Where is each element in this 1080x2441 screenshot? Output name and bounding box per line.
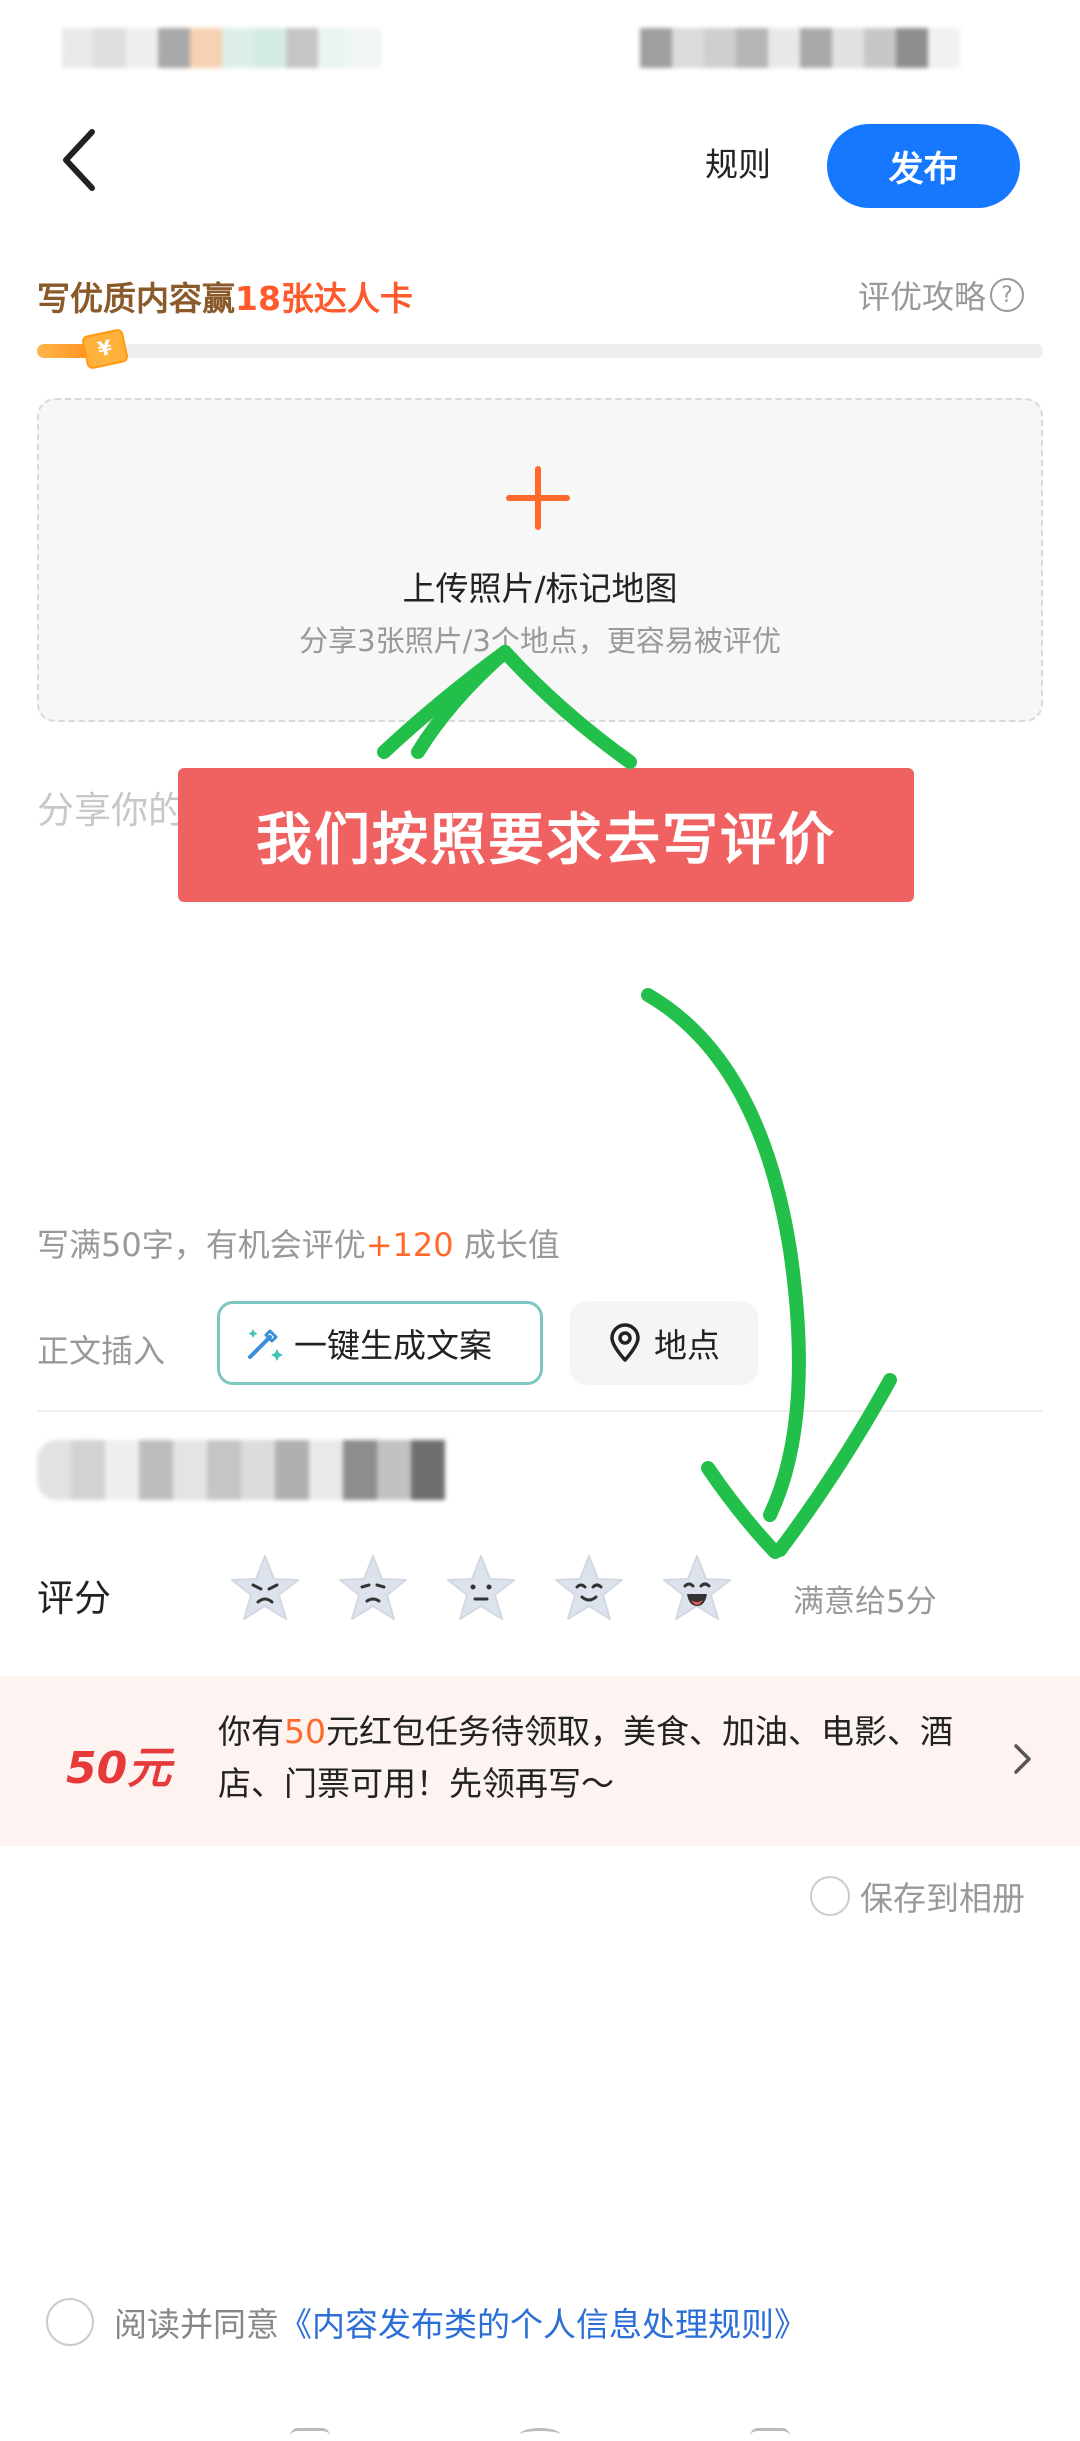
star-2-sad[interactable] — [336, 1552, 410, 1626]
banner-title-highlight: 18张达人卡 — [235, 279, 413, 318]
promo-text: 你有50元红包任务待领取，美食、加油、电影、酒店、门票可用！先领再写～ — [218, 1706, 998, 1810]
rating-label: 评分 — [37, 1577, 111, 1620]
agreement-row: 阅读并同意《内容发布类的个人信息处理规则》 — [46, 2298, 807, 2346]
generate-copy-button[interactable]: 一键生成文案 — [217, 1301, 543, 1385]
rules-link[interactable]: 规则 — [705, 138, 771, 186]
annotation-arrow-down — [641, 988, 806, 1522]
word-hint-highlight: +120 — [365, 1226, 454, 1264]
location-label: 地点 — [654, 1326, 720, 1365]
promo-text-suffix: 元红包任务待领取，美食、加油、电影、酒店、门票可用！先领再写～ — [218, 1712, 953, 1803]
plus-icon[interactable] — [506, 466, 570, 530]
agreement-checkbox[interactable] — [46, 2298, 94, 2346]
word-count-hint: 写满50字，有机会评优+120 成长值 — [37, 1220, 560, 1266]
star-4-smile[interactable] — [552, 1552, 626, 1626]
nav-hint-center — [520, 2428, 560, 2441]
banner-title: 写优质内容赢18张达人卡 — [37, 272, 413, 320]
agreement-link[interactable]: 《内容发布类的个人信息处理规则》 — [279, 2305, 807, 2344]
insert-label: 正文插入 — [37, 1332, 166, 1370]
map-pin-icon — [610, 1323, 640, 1362]
divider — [37, 1410, 1043, 1412]
promo-text-prefix: 你有 — [218, 1712, 284, 1751]
nav-hint-right — [750, 2428, 790, 2441]
promo-amount: 50元 — [66, 1743, 172, 1794]
content-textarea-placeholder[interactable]: 分享你的 — [37, 780, 185, 834]
chevron-left-icon — [63, 129, 95, 191]
upload-title: 上传照片/标记地图 — [402, 569, 678, 608]
nav-hint-left — [290, 2428, 330, 2441]
word-hint-suffix: 成长值 — [453, 1226, 560, 1264]
rating-hint: 满意给5分 — [793, 1584, 937, 1620]
annotation-arrowhead-down-left — [701, 1461, 782, 1559]
blurred-shop-info — [37, 1440, 445, 1500]
ticket-icon — [80, 328, 130, 370]
generate-copy-label: 一键生成文案 — [294, 1326, 492, 1365]
banner-title-prefix: 写优质内容赢 — [37, 279, 235, 318]
star-5-laugh[interactable] — [660, 1552, 734, 1626]
star-3-neutral[interactable] — [444, 1552, 518, 1626]
chevron-right-icon[interactable] — [1010, 1742, 1034, 1776]
annotation-arrowhead-down-right — [773, 1373, 897, 1557]
guide-link[interactable]: 评优攻略 ? — [858, 272, 1025, 318]
location-button[interactable]: 地点 — [570, 1301, 758, 1385]
upload-area[interactable] — [37, 398, 1043, 722]
save-to-album-option[interactable]: 保存到相册 — [810, 1872, 1025, 1920]
save-label: 保存到相册 — [860, 1879, 1025, 1918]
star-1-angry[interactable] — [228, 1552, 302, 1626]
help-icon: ? — [990, 278, 1025, 312]
back-button[interactable] — [50, 120, 130, 210]
guide-label: 评优攻略 — [858, 278, 987, 316]
progress-track — [37, 344, 1043, 358]
agreement-prefix: 阅读并同意 — [114, 2305, 279, 2344]
upload-subtitle: 分享3张照片/3个地点，更容易被评优 — [299, 624, 781, 658]
magic-pen-icon — [248, 1329, 283, 1361]
status-bar-right — [640, 28, 960, 68]
status-bar-left — [62, 28, 382, 68]
save-checkbox[interactable] — [810, 1876, 850, 1916]
overlay-annotation-banner: 我们按照要求去写评价 — [178, 768, 914, 902]
promo-text-highlight: 50 — [284, 1712, 326, 1751]
word-hint-prefix: 写满50字，有机会评优 — [37, 1226, 366, 1264]
publish-button[interactable]: 发布 — [827, 124, 1020, 208]
